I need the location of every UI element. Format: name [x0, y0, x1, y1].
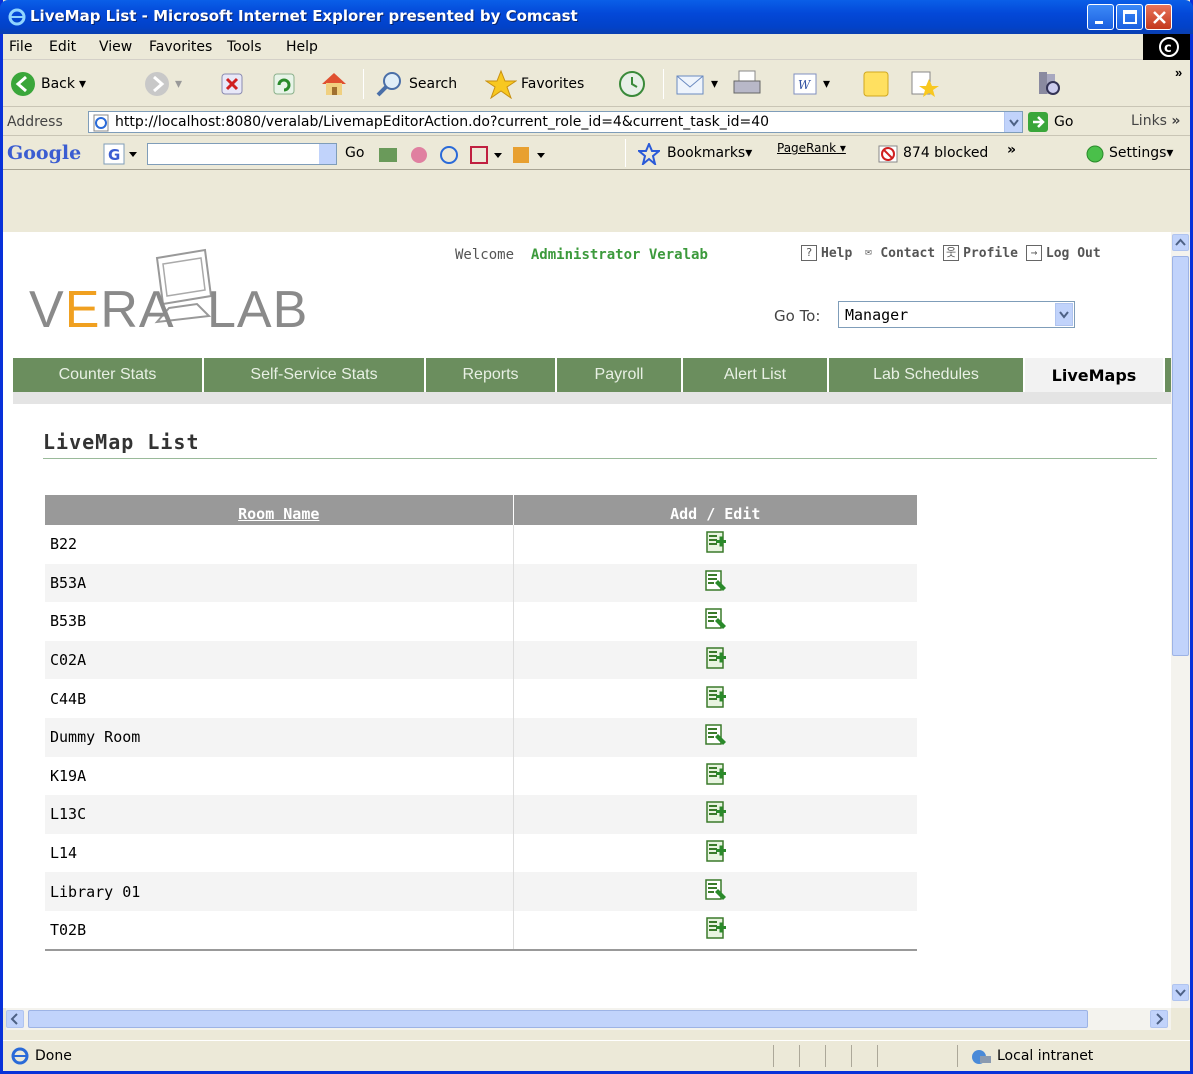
table-row: L13C — [45, 795, 917, 834]
toolbar-overflow-icon[interactable]: » — [1175, 65, 1182, 80]
goto-dropdown-icon[interactable] — [1055, 303, 1073, 326]
tab-reports[interactable]: Reports — [426, 358, 557, 392]
tab-payroll[interactable]: Payroll — [557, 358, 683, 392]
action-cell — [512, 563, 917, 603]
help-icon: ? — [801, 245, 817, 261]
intranet-icon — [972, 1050, 991, 1064]
ie-page-icon — [11, 1047, 29, 1065]
table-row: K19A — [45, 756, 917, 796]
add-livemap-icon[interactable] — [703, 762, 727, 786]
room-name-cell: B22 — [50, 535, 78, 554]
veralab-logo[interactable]: VERA LAB — [29, 246, 329, 346]
action-cell — [512, 717, 917, 757]
help-link[interactable]: ? Help — [801, 245, 852, 261]
room-name-cell: B53B — [50, 612, 87, 631]
edit-livemap-icon[interactable] — [703, 723, 727, 747]
security-zone-label: Local intranet — [997, 1048, 1094, 1064]
envelope-icon: ✉ — [865, 245, 872, 258]
table-row: B53B — [45, 602, 917, 641]
add-livemap-icon[interactable] — [703, 800, 727, 824]
room-name-header[interactable]: Room Name — [45, 495, 514, 525]
room-name-cell: Dummy Room — [45, 717, 513, 757]
table-row: B22 — [45, 525, 917, 564]
horizontal-scroll-thumb[interactable] — [28, 1010, 1088, 1028]
status-done-label: Done — [35, 1048, 72, 1064]
profile-link-label: Profile — [963, 245, 1018, 261]
logout-arrow-icon: → — [1025, 245, 1042, 261]
user-name: Administrator Veralab — [530, 247, 708, 263]
help-link-label: Help — [821, 245, 853, 261]
action-cell — [512, 640, 917, 680]
tab-self-service-stats[interactable]: Self-Service Stats — [204, 358, 426, 392]
scroll-left-button[interactable] — [6, 1010, 24, 1028]
action-cell — [512, 910, 917, 951]
action-cell — [512, 756, 917, 796]
table-row: B53A — [45, 563, 917, 603]
person-icon: 웃 — [943, 245, 960, 261]
profile-link[interactable]: 웃 Profile — [943, 245, 1018, 261]
contact-link-label: Contact — [880, 245, 936, 261]
action-cell — [512, 525, 917, 564]
edit-livemap-icon[interactable] — [703, 607, 727, 631]
scroll-down-button[interactable] — [1172, 984, 1189, 1001]
action-cell — [512, 602, 917, 641]
table-row: Dummy Room — [45, 717, 917, 757]
goto-label: Go To: — [774, 307, 821, 325]
goto-select[interactable]: Manager — [838, 301, 1075, 328]
room-name-cell: C02A — [45, 640, 513, 680]
vertical-scroll-thumb[interactable] — [1172, 256, 1189, 656]
add-livemap-icon[interactable] — [703, 839, 727, 863]
room-name-cell: L13C — [45, 795, 513, 834]
account-links: ? Help ✉ Contact 웃 Profile → Log Out — [801, 245, 1101, 261]
scroll-up-button[interactable] — [1172, 234, 1189, 251]
welcome-prefix: Welcome — [455, 247, 515, 263]
room-name-cell: C44B — [50, 689, 87, 708]
tab-livemaps[interactable]: LiveMaps — [1025, 358, 1165, 392]
logout-link[interactable]: → Log Out — [1025, 245, 1101, 261]
horizontal-scrollbar[interactable] — [6, 1008, 1171, 1030]
add-livemap-icon[interactable] — [703, 685, 727, 709]
main-nav: Counter Stats Self-Service Stats Reports… — [13, 358, 1171, 392]
scroll-corner — [1171, 1008, 1190, 1030]
title-divider — [43, 458, 1157, 459]
browser-window: LiveMap List - Microsoft Internet Explor… — [0, 0, 1193, 1074]
contact-link[interactable]: ✉ Contact — [860, 245, 935, 261]
logo-text-left: VERA — [29, 281, 175, 339]
room-name-cell: L14 — [50, 844, 78, 863]
action-cell — [512, 872, 917, 911]
tab-counter-stats[interactable]: Counter Stats — [13, 358, 204, 392]
table-row: C02A — [45, 640, 917, 680]
add-livemap-icon[interactable] — [703, 530, 727, 554]
status-bar: Done Local intranet — [3, 1040, 1190, 1071]
nav-subbar — [13, 392, 1171, 404]
add-edit-header: Add / Edit — [513, 495, 917, 525]
security-zone: Local intranet — [968, 1047, 1093, 1065]
page-title: LiveMap List — [43, 430, 200, 454]
tab-alert-list[interactable]: Alert List — [683, 358, 829, 392]
room-name-cell: T02B — [45, 910, 513, 951]
add-livemap-icon[interactable] — [703, 646, 727, 670]
scroll-right-button[interactable] — [1150, 1010, 1168, 1028]
livemap-table: Room Name Add / Edit B22 B53A B53B C02A C44B… — [45, 495, 917, 951]
vertical-scrollbar[interactable] — [1171, 232, 1190, 1008]
room-name-cell: Library 01 — [45, 872, 513, 911]
welcome-message: Welcome Administrator Veralab — [455, 247, 708, 263]
action-cell — [512, 795, 917, 834]
room-name-cell: B53A — [45, 563, 513, 603]
table-row: C44B — [45, 679, 917, 718]
logout-link-label: Log Out — [1045, 245, 1101, 261]
logo-text-right: LAB — [207, 281, 309, 339]
edit-livemap-icon[interactable] — [703, 569, 727, 593]
room-name-cell: K19A — [50, 766, 87, 785]
edit-livemap-icon[interactable] — [703, 878, 727, 902]
add-livemap-icon[interactable] — [703, 916, 727, 940]
table-row: Library 01 — [45, 872, 917, 911]
tab-lab-schedules[interactable]: Lab Schedules — [829, 358, 1025, 392]
table-row: T02B — [45, 910, 917, 951]
status-text: Done — [11, 1047, 72, 1065]
goto-value: Manager — [845, 306, 909, 324]
table-row: L14 — [45, 833, 917, 873]
action-cell — [512, 833, 917, 873]
action-cell — [512, 679, 917, 718]
